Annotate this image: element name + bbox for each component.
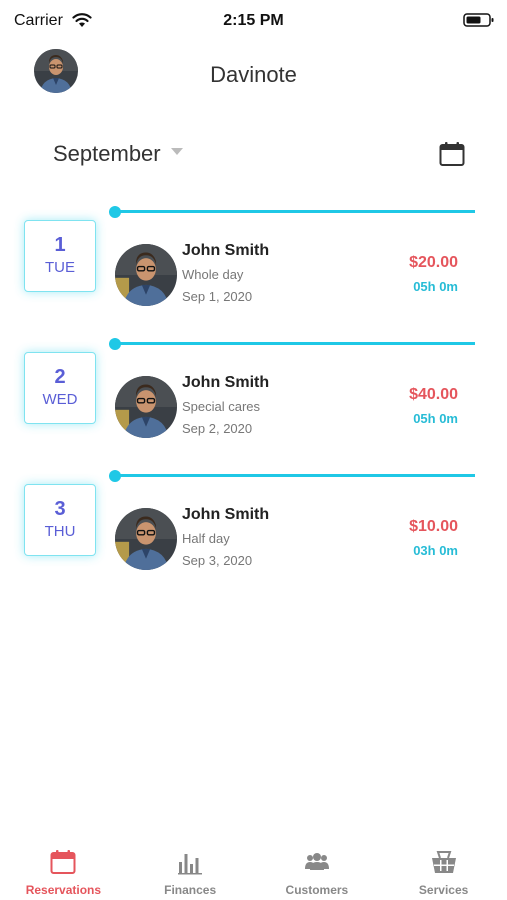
reservation-price: $20.00 bbox=[409, 254, 458, 271]
reservation-duration: 05h 0m bbox=[413, 279, 458, 294]
customer-name: John Smith bbox=[182, 506, 270, 523]
customer-avatar bbox=[115, 508, 177, 570]
day-group: 2 WED John Smith Special cares Sep 2, 20… bbox=[0, 338, 507, 464]
date-box[interactable]: 2 WED bbox=[24, 352, 96, 424]
customer-avatar bbox=[115, 244, 177, 306]
tab-label: Customers bbox=[285, 883, 349, 897]
tab-label: Services bbox=[418, 883, 469, 897]
date-number: 1 bbox=[54, 234, 66, 256]
day-group: 1 TUE John Smith Whole day Sep 1, 2020 $… bbox=[0, 206, 507, 332]
customer-name: John Smith bbox=[182, 242, 270, 259]
reservation-card[interactable]: John Smith Special cares Sep 2, 2020 $40… bbox=[113, 374, 473, 440]
avatar bbox=[115, 508, 177, 570]
tab-bar: Reservations Finances Customers Services bbox=[0, 840, 507, 900]
status-time: 2:15 PM bbox=[223, 12, 284, 29]
avatar bbox=[115, 376, 177, 438]
tab-customers[interactable]: Customers bbox=[254, 840, 381, 900]
date-number: 2 bbox=[54, 366, 66, 388]
tab-reservations[interactable]: Reservations bbox=[0, 840, 127, 900]
reservation-duration: 05h 0m bbox=[413, 411, 458, 426]
reservation-date: Sep 1, 2020 bbox=[182, 289, 253, 304]
timeline-line bbox=[115, 342, 475, 345]
reservation-price: $40.00 bbox=[409, 386, 458, 403]
reservation-card[interactable]: John Smith Whole day Sep 1, 2020 $20.00 … bbox=[113, 242, 473, 308]
calendar-icon bbox=[50, 850, 76, 874]
avatar bbox=[115, 244, 177, 306]
tab-services[interactable]: Services bbox=[380, 840, 507, 900]
page-title: Davinote bbox=[210, 62, 297, 87]
timeline-line bbox=[115, 474, 475, 477]
users-icon bbox=[304, 853, 329, 870]
battery-icon bbox=[463, 13, 494, 27]
timeline-line bbox=[115, 210, 475, 213]
tab-finances[interactable]: Finances bbox=[127, 840, 254, 900]
tab-label: Reservations bbox=[25, 883, 102, 897]
date-number: 3 bbox=[54, 498, 66, 520]
reservation-duration: 03h 0m bbox=[413, 543, 458, 558]
timeline-dot bbox=[109, 206, 121, 218]
basket-icon bbox=[431, 851, 456, 873]
timeline-dot bbox=[109, 338, 121, 350]
date-box[interactable]: 3 THU bbox=[24, 484, 96, 556]
day-group: 3 THU John Smith Half day Sep 3, 2020 $1… bbox=[0, 470, 507, 596]
calendar-icon[interactable] bbox=[439, 141, 465, 167]
timeline-dot bbox=[109, 470, 121, 482]
reservation-price: $10.00 bbox=[409, 518, 458, 535]
tab-label: Finances bbox=[164, 883, 217, 897]
customer-name: John Smith bbox=[182, 374, 270, 391]
date-weekday: THU bbox=[44, 523, 76, 540]
month-dropdown[interactable]: September bbox=[53, 141, 183, 167]
date-box[interactable]: 1 TUE bbox=[24, 220, 96, 292]
status-bar: Carrier 2:15 PM bbox=[0, 0, 507, 42]
date-weekday: WED bbox=[42, 391, 78, 408]
date-weekday: TUE bbox=[45, 259, 75, 276]
service-name: Special cares bbox=[182, 399, 261, 414]
service-name: Whole day bbox=[182, 267, 244, 282]
reservation-card[interactable]: John Smith Half day Sep 3, 2020 $10.00 0… bbox=[113, 506, 473, 572]
chevron-down-icon bbox=[170, 147, 183, 155]
bar-chart-icon bbox=[178, 854, 203, 875]
reservation-date: Sep 3, 2020 bbox=[182, 553, 253, 568]
customer-avatar bbox=[115, 376, 177, 438]
service-name: Half day bbox=[182, 531, 230, 546]
reservation-date: Sep 2, 2020 bbox=[182, 421, 253, 436]
month-label: September bbox=[53, 141, 161, 166]
